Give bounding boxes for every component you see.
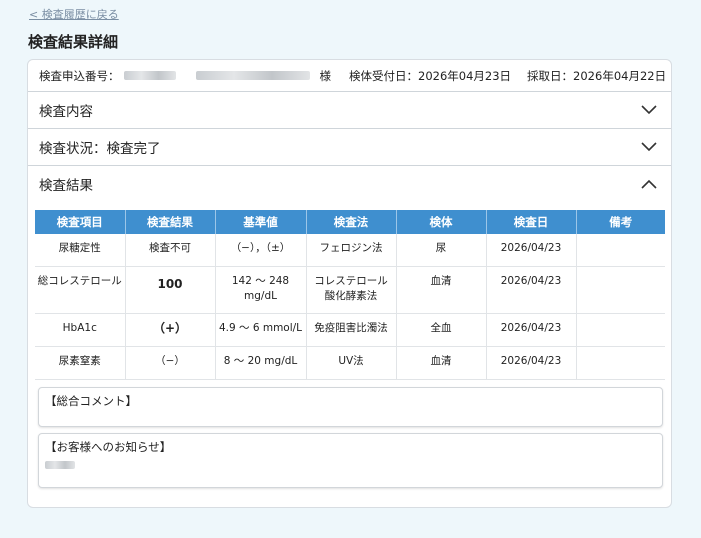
- cell-note: [576, 313, 665, 347]
- header-date: 検査日: [486, 210, 577, 234]
- header-result: 検査結果: [125, 210, 216, 234]
- customer-notice-redacted: [45, 460, 75, 469]
- section-results-title: 検査結果: [39, 178, 93, 194]
- section-status-title: 検査状況：検査完了: [39, 141, 161, 157]
- honorific: 様: [319, 68, 332, 83]
- cell-method: UV法: [306, 346, 397, 380]
- header-method: 検査法: [306, 210, 397, 234]
- cell-method: コレステロール酸化酵素法: [306, 266, 397, 314]
- cell-item: HbA1c: [35, 313, 126, 347]
- cell-result: （−）: [125, 346, 216, 380]
- cell-date: 2026/04/23: [486, 346, 577, 380]
- table-row: 尿素窒素 （−） 8 〜 20 mg/dL UV法 血清 2026/04/23: [35, 346, 665, 380]
- cell-result: （+）: [125, 313, 216, 347]
- chevron-down-icon: [641, 105, 657, 115]
- header-specimen: 検体: [396, 210, 487, 234]
- cell-reference: （−），（±）: [215, 234, 307, 267]
- cell-method: 免疫阻害比濁法: [306, 313, 397, 347]
- cell-specimen: 血清: [396, 266, 487, 314]
- application-number-redacted: [123, 71, 176, 80]
- page-title: 検査結果詳細: [28, 33, 119, 51]
- cell-note: [576, 266, 665, 314]
- cell-item: 総コレステロール: [35, 266, 126, 314]
- section-results[interactable]: 検査結果: [28, 166, 671, 202]
- cell-specimen: 血清: [396, 346, 487, 380]
- cell-reference: 4.9 〜 6 mmol/L: [215, 313, 307, 347]
- overall-comment-box: 【総合コメント】: [38, 387, 663, 427]
- table-row: 総コレステロール 100 142 〜 248 mg/dL コレステロール酸化酵素…: [35, 266, 665, 314]
- cell-item: 尿素窒素: [35, 346, 126, 380]
- cell-specimen: 尿: [396, 234, 487, 267]
- table-row: 尿糖定性 検査不可 （−），（±） フェロジン法 尿 2026/04/23: [35, 234, 665, 267]
- cell-date: 2026/04/23: [486, 313, 577, 347]
- customer-notice-box: 【お客様へのお知らせ】: [38, 433, 663, 488]
- cell-reference: 142 〜 248 mg/dL: [215, 266, 307, 314]
- header-note: 備考: [576, 210, 665, 234]
- results-table: 検査項目 検査結果 基準値 検査法 検体 検査日 備考 尿糖定性 検査不可 （−…: [35, 210, 665, 380]
- cell-date: 2026/04/23: [486, 266, 577, 314]
- chevron-down-icon: [641, 142, 657, 152]
- overall-comment-label: 【総合コメント】: [45, 394, 137, 408]
- reception-date-label: 検体受付日：: [349, 68, 418, 83]
- cell-method: フェロジン法: [306, 234, 397, 267]
- cell-item: 尿糖定性: [35, 234, 126, 267]
- section-contents[interactable]: 検査内容: [28, 92, 671, 129]
- cell-result: 100: [125, 266, 216, 314]
- result-detail-card: 検査申込番号： 様 検体受付日： 2026年04月23日 採取日： 2026年0…: [27, 59, 672, 508]
- customer-notice-label: 【お客様へのお知らせ】: [45, 440, 172, 454]
- section-status[interactable]: 検査状況：検査完了: [28, 129, 671, 166]
- header-item: 検査項目: [35, 210, 126, 234]
- table-header-row: 検査項目 検査結果 基準値 検査法 検体 検査日 備考: [35, 210, 665, 234]
- back-to-history-link[interactable]: < 検査履歴に戻る: [29, 6, 119, 22]
- header-reference: 基準値: [215, 210, 307, 234]
- reception-date: 2026年04月23日: [418, 68, 512, 83]
- table-row: HbA1c （+） 4.9 〜 6 mmol/L 免疫阻害比濁法 全血 2026…: [35, 313, 665, 347]
- collection-date-label: 採取日：: [527, 68, 574, 83]
- chevron-up-icon: [641, 179, 657, 189]
- cell-reference: 8 〜 20 mg/dL: [215, 346, 307, 380]
- section-contents-title: 検査内容: [39, 104, 93, 120]
- cell-specimen: 全血: [396, 313, 487, 347]
- application-number-label: 検査申込番号：: [39, 68, 120, 83]
- cell-result: 検査不可: [125, 234, 216, 267]
- cell-note: [576, 346, 665, 380]
- application-info-row: 検査申込番号： 様 検体受付日： 2026年04月23日 採取日： 2026年0…: [28, 60, 671, 92]
- cell-note: [576, 234, 665, 267]
- cell-date: 2026/04/23: [486, 234, 577, 267]
- customer-name-redacted: [195, 71, 310, 80]
- collection-date: 2026年04月22日: [573, 68, 667, 83]
